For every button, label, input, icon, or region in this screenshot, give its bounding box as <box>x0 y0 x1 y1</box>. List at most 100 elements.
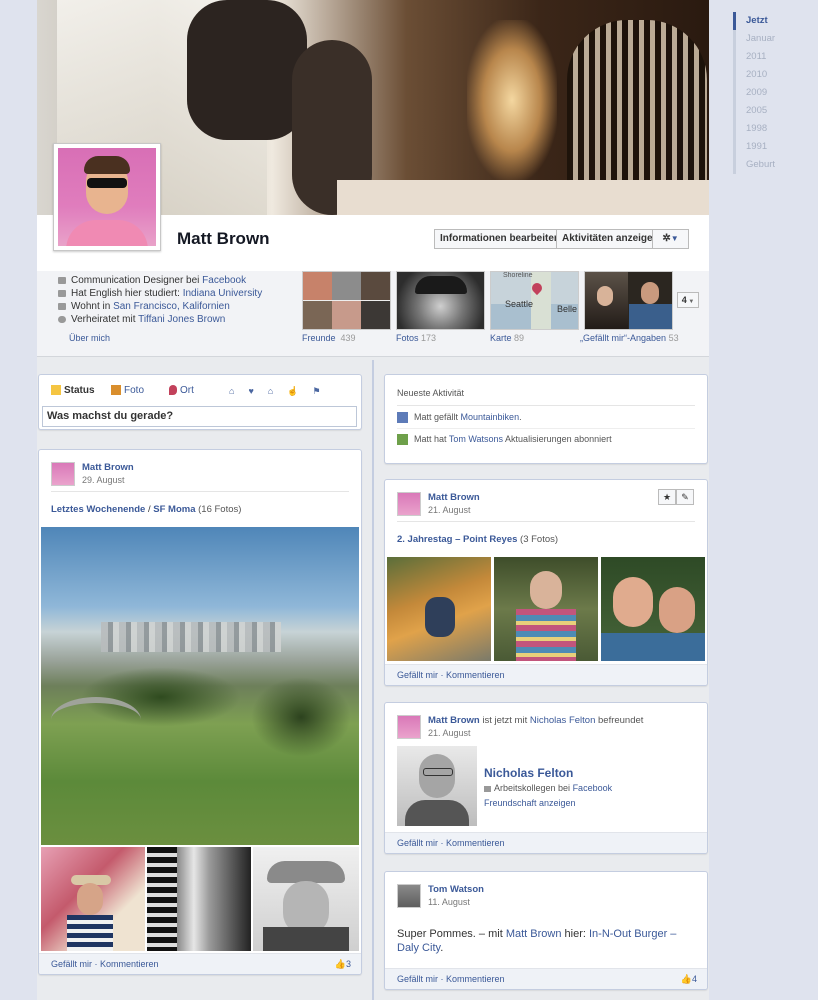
edit-info-button[interactable]: Informationen bearbeiten <box>434 229 560 249</box>
tab-place[interactable]: Ort <box>169 385 194 396</box>
year-item-geburt[interactable]: Geburt <box>733 156 783 174</box>
friends-tile[interactable] <box>302 271 391 330</box>
post-actions: Gefällt mir · Kommentieren <box>385 664 707 685</box>
activity-item-like: Matt gefällt Mountainbiken. <box>397 412 522 424</box>
gear-icon: ✲ <box>662 233 671 244</box>
view-activity-button[interactable]: Aktivitäten anzeigen <box>556 229 659 249</box>
avatar[interactable] <box>397 715 421 739</box>
year-navigation: Jetzt Januar 2011 2010 2009 2005 1998 19… <box>733 12 783 174</box>
hand-icon[interactable]: ☝ <box>287 386 312 396</box>
post-date[interactable]: 11. August <box>428 897 470 907</box>
activity-link-tomwatson[interactable]: Tom Watsons <box>449 434 503 444</box>
info-study: Hat English hier studiert: Indiana Unive… <box>58 288 262 299</box>
tab-status[interactable]: Status <box>51 385 95 396</box>
status-icon <box>51 385 61 396</box>
flag-icon[interactable]: ⚑ <box>312 386 334 396</box>
edit-button[interactable]: ✎ <box>676 489 694 505</box>
friend-link[interactable]: Nicholas Felton <box>530 715 595 726</box>
profile-picture[interactable] <box>53 143 161 251</box>
album-link-pointreyes[interactable]: 2. Jahrestag – Point Reyes <box>397 534 517 545</box>
album-link-sfmoma[interactable]: SF Moma <box>153 504 195 515</box>
map-tile[interactable]: Shoreline Seattle Belle <box>490 271 579 330</box>
photo-museum[interactable] <box>147 847 251 951</box>
about-link[interactable]: Über mich <box>69 333 110 343</box>
like-comment-links[interactable]: Gefällt mir · Kommentieren <box>397 838 505 848</box>
settings-gear-button[interactable]: ✲▼ <box>652 229 689 249</box>
composer: Status Foto Ort ⌂♥⌂☝⚑ Was machst du gera… <box>38 374 362 430</box>
friends-caption[interactable]: Freunde 439 <box>302 333 356 343</box>
activity-link-mountainbiken[interactable]: Mountainbiken <box>461 412 520 422</box>
life-event-icon[interactable]: ⌂ <box>229 386 248 396</box>
album-link-weekend[interactable]: Letztes Wochenende <box>51 504 145 515</box>
chevron-down-icon: ▼ <box>670 234 679 243</box>
pencil-icon: ✎ <box>681 492 689 502</box>
photo-tent[interactable] <box>387 557 491 661</box>
park-photo[interactable] <box>41 527 359 845</box>
post-date[interactable]: 21. August <box>428 728 471 738</box>
likes-caption[interactable]: „Gefällt mir“-Angaben 53 <box>580 333 679 343</box>
likes-tile[interactable] <box>584 271 673 330</box>
heart-icon[interactable]: ♥ <box>248 386 267 396</box>
post-friendship: Matt Brown ist jetzt mit Nicholas Felton… <box>384 702 708 854</box>
year-item-1998[interactable]: 1998 <box>733 120 783 138</box>
avatar[interactable] <box>397 492 421 516</box>
cover-headboard <box>567 20 707 195</box>
year-item-1991[interactable]: 1991 <box>733 138 783 156</box>
status-input[interactable]: Was machst du gerade? <box>42 406 357 427</box>
year-item-2011[interactable]: 2011 <box>733 48 783 66</box>
home-icon[interactable]: ⌂ <box>268 386 287 396</box>
friend-photo[interactable] <box>397 746 477 826</box>
work-link[interactable]: Facebook <box>202 275 246 286</box>
like-count[interactable]: 👍3 <box>335 954 351 974</box>
spouse-link[interactable]: Tiffani Jones Brown <box>138 314 225 325</box>
profile-name[interactable]: Matt Brown <box>177 229 270 249</box>
like-comment-links[interactable]: Gefällt mir · Kommentieren <box>397 670 505 680</box>
subscribe-icon <box>397 434 408 446</box>
post-date[interactable]: 21. August <box>428 505 471 515</box>
location-pin-icon <box>169 385 177 396</box>
cover-child-silhouette <box>187 0 307 140</box>
friend-info: Arbeitskollegen bei Facebook <box>484 783 612 793</box>
avatar[interactable] <box>397 884 421 908</box>
year-item-2009[interactable]: 2009 <box>733 84 783 102</box>
year-item-januar[interactable]: Januar <box>733 30 783 48</box>
post-date[interactable]: 29. August <box>82 475 125 485</box>
like-comment-links[interactable]: Gefällt mir · Kommentieren <box>51 959 159 969</box>
recent-activity: Neueste Aktivität Matt gefällt Mountainb… <box>384 374 708 464</box>
like-count[interactable]: 👍4 <box>681 969 697 989</box>
thumbs-up-icon: 👍 <box>334 959 346 969</box>
post-author[interactable]: Matt Brown <box>428 715 480 726</box>
post-author[interactable]: Tom Watson <box>428 884 484 895</box>
location-link[interactable]: San Francisco, Kalifornien <box>113 301 230 312</box>
post-actions: Gefällt mir · Kommentieren 👍4 <box>385 968 707 989</box>
timeline-spine <box>372 360 374 1000</box>
photo-woman-hat[interactable] <box>41 847 145 951</box>
friend-name[interactable]: Nicholas Felton <box>484 766 573 780</box>
avatar[interactable] <box>51 462 75 486</box>
map-caption[interactable]: Karte 89 <box>490 333 524 343</box>
like-comment-links[interactable]: Gefällt mir · Kommentieren <box>397 974 505 984</box>
avatar <box>58 148 156 246</box>
post-author[interactable]: Matt Brown <box>428 492 480 503</box>
friend-work-link[interactable]: Facebook <box>573 783 613 793</box>
post-text: Super Pommes. – mit Matt Brown hier: In-… <box>397 928 677 954</box>
study-link[interactable]: Indiana University <box>183 288 262 299</box>
photo-woman-portrait[interactable] <box>253 847 359 951</box>
photos-caption[interactable]: Fotos 173 <box>396 333 436 343</box>
photo-hiker[interactable] <box>494 557 598 661</box>
photos-tile[interactable] <box>396 271 485 330</box>
home-icon <box>58 302 66 310</box>
star-button[interactable]: ★ <box>658 489 676 505</box>
thumbs-up-icon: 👍 <box>680 974 692 984</box>
activity-title: Neueste Aktivität <box>397 388 465 398</box>
post-checkin: Tom Watson 11. August Super Pommes. – mi… <box>384 871 708 990</box>
more-tiles-button[interactable]: 4 ▼ <box>677 292 699 308</box>
photo-couple[interactable] <box>601 557 705 661</box>
tab-photo[interactable]: Foto <box>111 385 144 396</box>
year-item-2010[interactable]: 2010 <box>733 66 783 84</box>
year-item-jetzt[interactable]: Jetzt <box>733 12 783 30</box>
post-author[interactable]: Matt Brown <box>82 462 134 473</box>
view-friendship-link[interactable]: Freundschaft anzeigen <box>484 798 576 808</box>
tagged-user-link[interactable]: Matt Brown <box>506 928 562 940</box>
year-item-2005[interactable]: 2005 <box>733 102 783 120</box>
